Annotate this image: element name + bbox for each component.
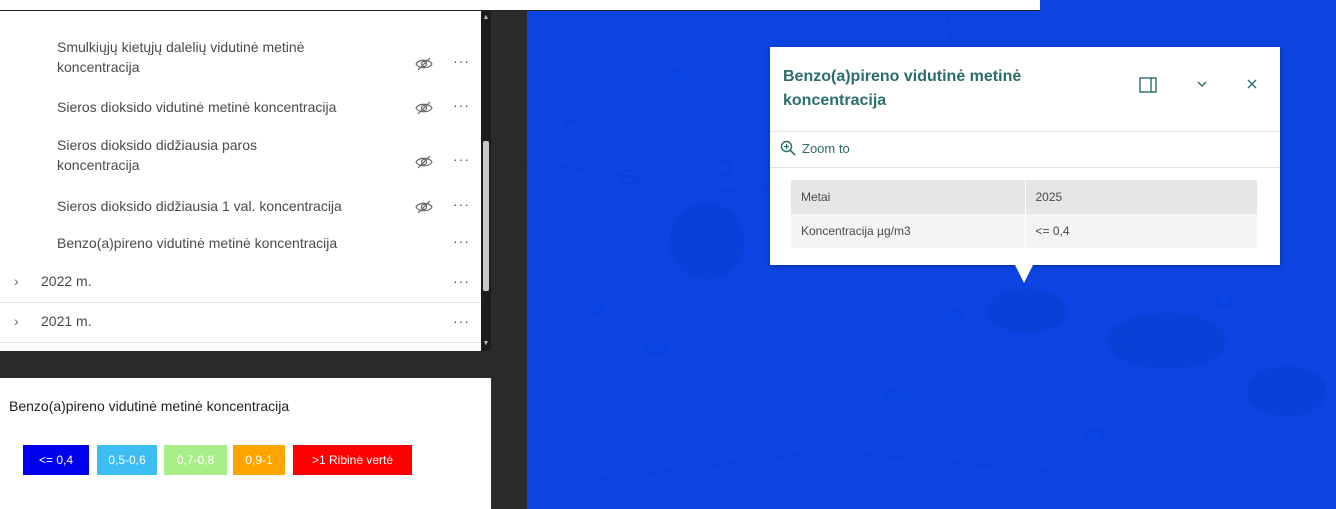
chevron-down-icon[interactable] [1192, 77, 1212, 97]
layer-label-line: Sieros dioksido didžiausia paros [57, 137, 257, 153]
layer-item-so2-annual[interactable]: Sieros dioksido vidutinė metinė koncentr… [0, 97, 481, 123]
attribute-table: Metai 2025 Koncentracija µg/m3 <= 0,4 [791, 180, 1257, 248]
group-label: 2022 m. [41, 273, 92, 289]
layer-label-line: Smulkiųjų kietųjų dalelių vidutinė metin… [57, 39, 305, 55]
more-options-icon[interactable]: ··· [453, 97, 470, 113]
popup-divider [770, 131, 1280, 132]
scroll-thumb[interactable] [483, 141, 489, 291]
more-options-icon[interactable]: ··· [453, 151, 470, 167]
legend-swatch: >1 Ribinė vertė [293, 445, 412, 475]
zoom-to-label: Zoom to [802, 141, 850, 156]
layer-label-line: Sieros dioksido didžiausia 1 val. koncen… [57, 198, 342, 214]
chevron-right-icon[interactable]: › [14, 273, 19, 289]
dock-icon[interactable] [1138, 77, 1158, 97]
table-row: Metai 2025 [791, 180, 1257, 214]
layer-label-line: Sieros dioksido vidutinė metinė koncentr… [57, 99, 337, 115]
legend-swatch-label: 0,7-0,8 [176, 453, 215, 467]
legend-title: Benzo(a)pireno vidutinė metinė koncentra… [9, 398, 290, 414]
scroll-up-icon[interactable]: ▲ [481, 13, 491, 23]
popup-title: Benzo(a)pireno vidutinė metinė koncentra… [783, 65, 1103, 113]
group-2022[interactable]: › 2022 m. ··· [0, 263, 481, 303]
layer-item-bap-annual[interactable]: Benzo(a)pireno vidutinė metinė koncentra… [0, 233, 481, 259]
attribute-key: Metai [791, 180, 1026, 214]
more-options-icon[interactable]: ··· [453, 233, 470, 249]
eye-off-icon[interactable] [415, 155, 433, 169]
layer-list-scrollbar[interactable]: ▲ ▼ [481, 11, 491, 351]
layer-item-pm-annual[interactable]: Smulkiųjų kietųjų dalelių vidutinė metin… [0, 37, 481, 87]
legend-swatch-label: >1 Ribinė vertė [311, 453, 394, 467]
legend-swatch: 0,9-1 [233, 445, 285, 475]
legend-swatch: 0,5-0,6 [97, 445, 157, 475]
popup-pointer [1015, 265, 1033, 283]
layer-label-line: koncentracija [57, 59, 140, 75]
group-2021[interactable]: › 2021 m. ··· [0, 303, 481, 343]
top-toolbar-strip [0, 0, 1040, 11]
zoom-to-button[interactable]: Zoom to [780, 140, 850, 159]
more-options-icon[interactable]: ··· [453, 196, 470, 212]
layer-item-so2-daily-max[interactable]: Sieros dioksido didžiausia paros koncent… [0, 135, 481, 185]
popup-title-line: Benzo(a)pireno vidutinė metinė [783, 68, 1022, 85]
eye-off-icon[interactable] [415, 57, 433, 71]
popup-divider [770, 167, 1280, 168]
scroll-down-icon[interactable]: ▼ [481, 339, 491, 349]
layer-item-so2-hourly-max[interactable]: Sieros dioksido didžiausia 1 val. koncen… [0, 196, 481, 222]
group-label: 2021 m. [41, 313, 92, 329]
legend-swatch-label: 0,9-1 [245, 453, 273, 467]
attribute-value: 2025 [1025, 180, 1257, 214]
popup: Benzo(a)pireno vidutinė metinė koncentra… [770, 47, 1280, 265]
layer-label-line: koncentracija [57, 157, 140, 173]
more-options-icon[interactable]: ··· [453, 313, 470, 329]
attribute-key: Koncentracija µg/m3 [791, 214, 1026, 248]
attribute-value: <= 0,4 [1025, 214, 1257, 248]
eye-off-icon[interactable] [415, 200, 433, 214]
legend-swatch-label: <= 0,4 [38, 453, 74, 467]
legend-panel: Benzo(a)pireno vidutinė metinė koncentra… [0, 378, 491, 509]
table-row: Koncentracija µg/m3 <= 0,4 [791, 214, 1257, 248]
popup-title-line: koncentracija [783, 92, 887, 109]
more-options-icon[interactable]: ··· [453, 273, 470, 289]
more-options-icon[interactable]: ··· [453, 53, 470, 69]
eye-off-icon[interactable] [415, 101, 433, 115]
zoom-in-icon [780, 140, 796, 156]
legend-swatch: 0,7-0,8 [164, 445, 227, 475]
legend-swatch-label: 0,5-0,6 [108, 453, 146, 467]
legend-swatch: <= 0,4 [23, 445, 89, 475]
chevron-right-icon[interactable]: › [14, 313, 19, 329]
layer-label-line: Benzo(a)pireno vidutinė metinė koncentra… [57, 235, 338, 251]
layer-list: Smulkiųjų kietųjų dalelių vidutinė metin… [0, 11, 481, 351]
close-icon[interactable] [1242, 77, 1262, 97]
